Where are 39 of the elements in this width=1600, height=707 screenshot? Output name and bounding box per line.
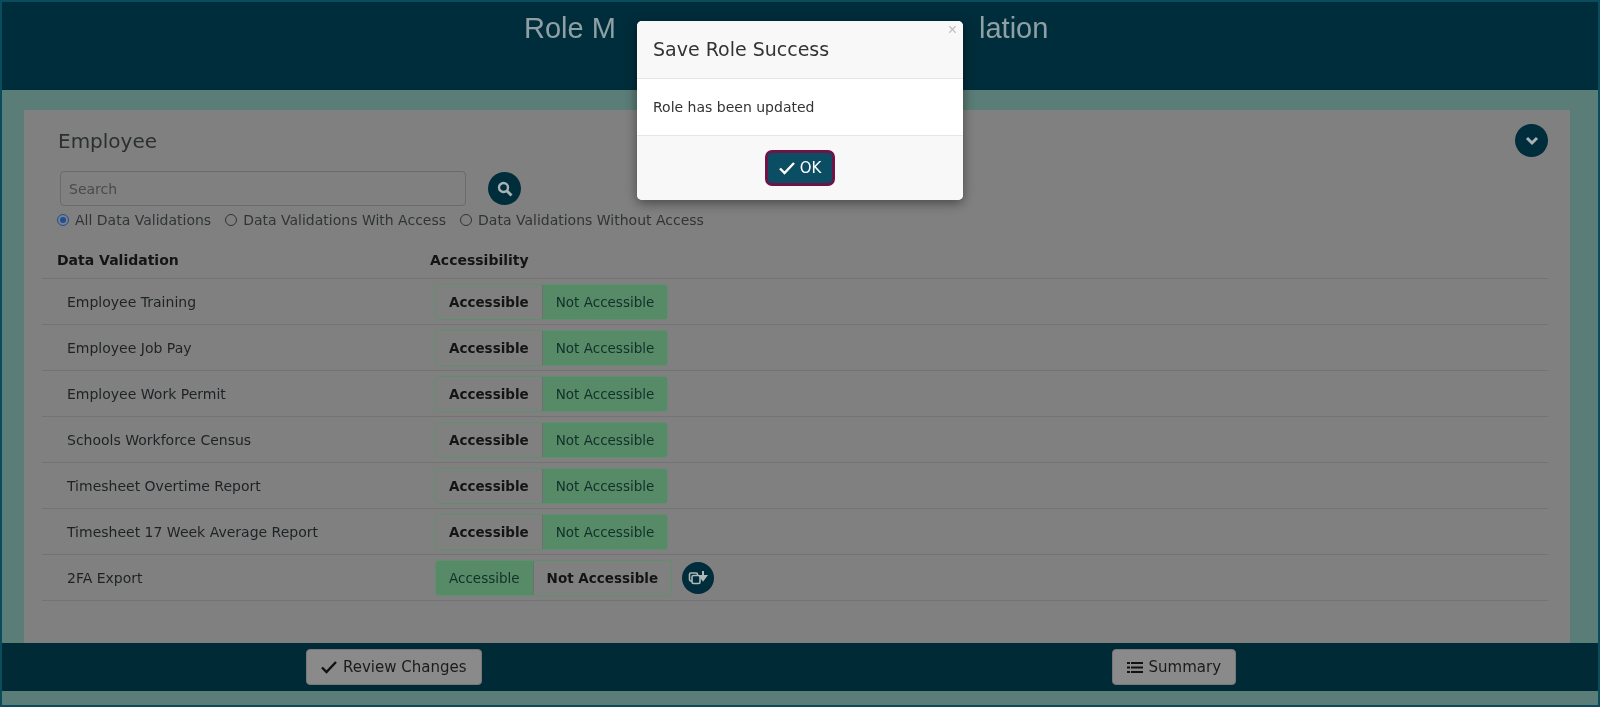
- radio-label: Data Validations With Access: [243, 212, 447, 228]
- toggle-option[interactable]: Not Accessible: [541, 468, 668, 503]
- section-title: Employee: [58, 128, 158, 153]
- column-header: Accessibility: [430, 252, 529, 268]
- collapse-button[interactable]: [1515, 124, 1548, 157]
- toggle-option[interactable]: Not Accessible: [541, 330, 668, 365]
- chevron-down-icon: [1524, 135, 1539, 146]
- search-icon: [496, 180, 513, 197]
- table-cell-text: Timesheet Overtime Report: [67, 477, 262, 494]
- toggle-option[interactable]: Not Accessible: [541, 376, 668, 411]
- column-header: Data Validation: [57, 252, 180, 268]
- check-icon: [778, 161, 795, 175]
- page-title: Role M: [524, 12, 617, 46]
- table-cell-text: Employee Job Pay: [67, 339, 193, 356]
- table-cell-text: Schools Workforce Census: [67, 431, 253, 448]
- page-title: lation: [979, 12, 1049, 46]
- summary-button[interactable]: Summary: [1111, 649, 1237, 685]
- check-icon: [321, 660, 337, 674]
- review-changes-button[interactable]: Review Changes: [306, 649, 482, 685]
- list-icon: [1126, 660, 1143, 674]
- table-cell-text: Employee Work Permit: [67, 385, 227, 402]
- radio-button[interactable]: [460, 214, 473, 226]
- toggle-option[interactable]: Not Accessible: [541, 284, 668, 319]
- ok-button[interactable]: OK: [764, 150, 836, 186]
- dialog-message: Role has been updated: [653, 99, 815, 115]
- toggle-option[interactable]: Not Accessible: [532, 560, 672, 595]
- radio-label: Data Validations Without Access: [478, 212, 704, 228]
- toggle-option[interactable]: Accessible: [436, 560, 533, 595]
- search-button[interactable]: [488, 172, 521, 205]
- copy-down-icon[interactable]: [682, 561, 715, 594]
- radio-button[interactable]: [225, 214, 238, 226]
- table-cell-text: Timesheet 17 Week Average Report: [67, 523, 319, 540]
- radio-label: All Data Validations: [75, 212, 212, 228]
- radio-button[interactable]: [57, 214, 69, 226]
- table-cell-text: 2FA Export: [67, 569, 144, 586]
- table-cell-text: Employee Training: [67, 293, 198, 310]
- dialog-title: Save Role Success: [653, 38, 830, 60]
- toggle-option[interactable]: Not Accessible: [541, 422, 668, 457]
- toggle-option[interactable]: Not Accessible: [541, 514, 668, 549]
